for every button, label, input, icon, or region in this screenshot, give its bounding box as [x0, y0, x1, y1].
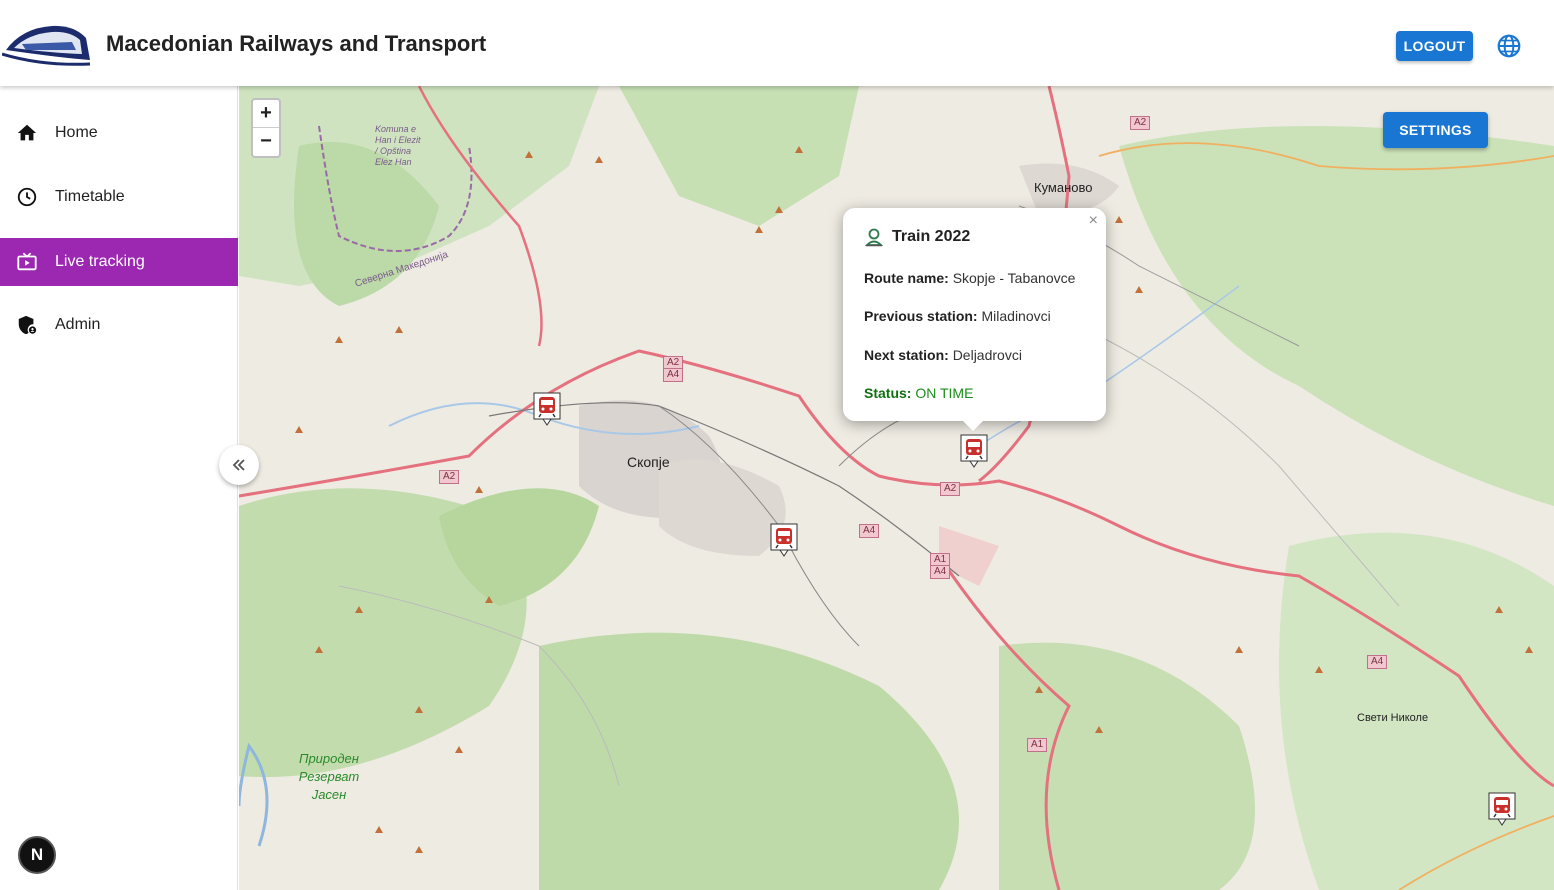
- status-row: Status: ON TIME: [864, 385, 973, 401]
- road-shield: A2: [1130, 116, 1151, 130]
- train-logo-icon[interactable]: [2, 20, 92, 70]
- reserve-label: Природен Резерват Јасен: [298, 751, 360, 802]
- road-shield: A1: [1027, 738, 1048, 752]
- sidebar-item-label: Admin: [55, 316, 101, 333]
- map-view[interactable]: Скопје Куманово Свети Николе Природен Ре…: [239, 86, 1554, 890]
- shield-icon: [18, 315, 37, 335]
- train-marker[interactable]: [1488, 792, 1516, 826]
- popup-tip: [962, 420, 984, 431]
- collapse-sidebar-button[interactable]: [219, 445, 259, 485]
- app-header: Macedonian Railways and Transport LOGOUT: [0, 0, 1554, 86]
- road-shield: A4: [859, 524, 880, 538]
- logout-button[interactable]: LOGOUT: [1396, 31, 1473, 61]
- komuna-label: Komuna e Han i Elezit / Opština Elez Han: [375, 124, 421, 167]
- double-chevron-left-icon: [232, 459, 245, 471]
- route-value: Skopje - Tabanovce: [952, 270, 1076, 286]
- status-label: Status:: [864, 385, 912, 401]
- city-label-skopje: Скопје: [627, 454, 670, 470]
- road-shield: A4: [930, 565, 951, 579]
- previous-station-label: Previous station:: [864, 308, 978, 324]
- sidebar-item-home[interactable]: Home: [0, 109, 238, 157]
- sidebar: Home Timetable Live tracking Admin N: [0, 86, 238, 890]
- popup-title: Train 2022: [864, 227, 970, 247]
- previous-station-row: Previous station: Miladinovci: [864, 308, 1051, 324]
- city-label-kumanovo: Куманово: [1034, 180, 1093, 195]
- route-label: Route name:: [864, 270, 949, 286]
- status-value: ON TIME: [915, 385, 974, 401]
- next-station-label: Next station:: [864, 347, 949, 363]
- road-shield: A2: [940, 482, 961, 496]
- tv-icon: [17, 252, 37, 271]
- train-marker-selected[interactable]: [960, 434, 988, 468]
- sidebar-item-label: Timetable: [55, 188, 125, 205]
- dev-tools-badge[interactable]: N: [18, 836, 56, 874]
- train-person-icon: [864, 228, 884, 247]
- sidebar-item-label: Live tracking: [55, 253, 145, 270]
- next-station-row: Next station: Deljadrovci: [864, 347, 1022, 363]
- zoom-control: + −: [251, 98, 281, 158]
- train-info-popup: × Train 2022 Route name: Skopje - Tabano…: [843, 208, 1106, 421]
- sidebar-item-label: Home: [55, 124, 98, 141]
- map-tiles[interactable]: [239, 86, 1554, 890]
- road-shield: A2: [439, 470, 460, 484]
- settings-button[interactable]: SETTINGS: [1383, 112, 1488, 148]
- language-globe-icon[interactable]: [1496, 33, 1522, 59]
- sidebar-item-live-tracking[interactable]: Live tracking: [0, 238, 238, 286]
- zoom-in-button[interactable]: +: [253, 100, 279, 128]
- zoom-out-button[interactable]: −: [253, 128, 279, 156]
- popup-title-text: Train 2022: [892, 228, 971, 245]
- road-shield: A4: [1367, 655, 1388, 669]
- sidebar-item-admin[interactable]: Admin: [0, 301, 238, 349]
- home-icon: [17, 124, 37, 141]
- next-station-value: Deljadrovci: [952, 347, 1022, 363]
- close-icon[interactable]: ×: [1089, 212, 1098, 230]
- route-row: Route name: Skopje - Tabanovce: [864, 270, 1075, 286]
- previous-station-value: Miladinovci: [981, 308, 1051, 324]
- clock-icon: [17, 187, 37, 207]
- road-shield: A4: [663, 368, 684, 382]
- train-marker[interactable]: [533, 392, 561, 426]
- app-title: Macedonian Railways and Transport: [106, 31, 487, 56]
- sidebar-item-timetable[interactable]: Timetable: [0, 173, 238, 221]
- city-label-sveti-nikole: Свети Николе: [1357, 712, 1429, 724]
- train-marker[interactable]: [770, 523, 798, 557]
